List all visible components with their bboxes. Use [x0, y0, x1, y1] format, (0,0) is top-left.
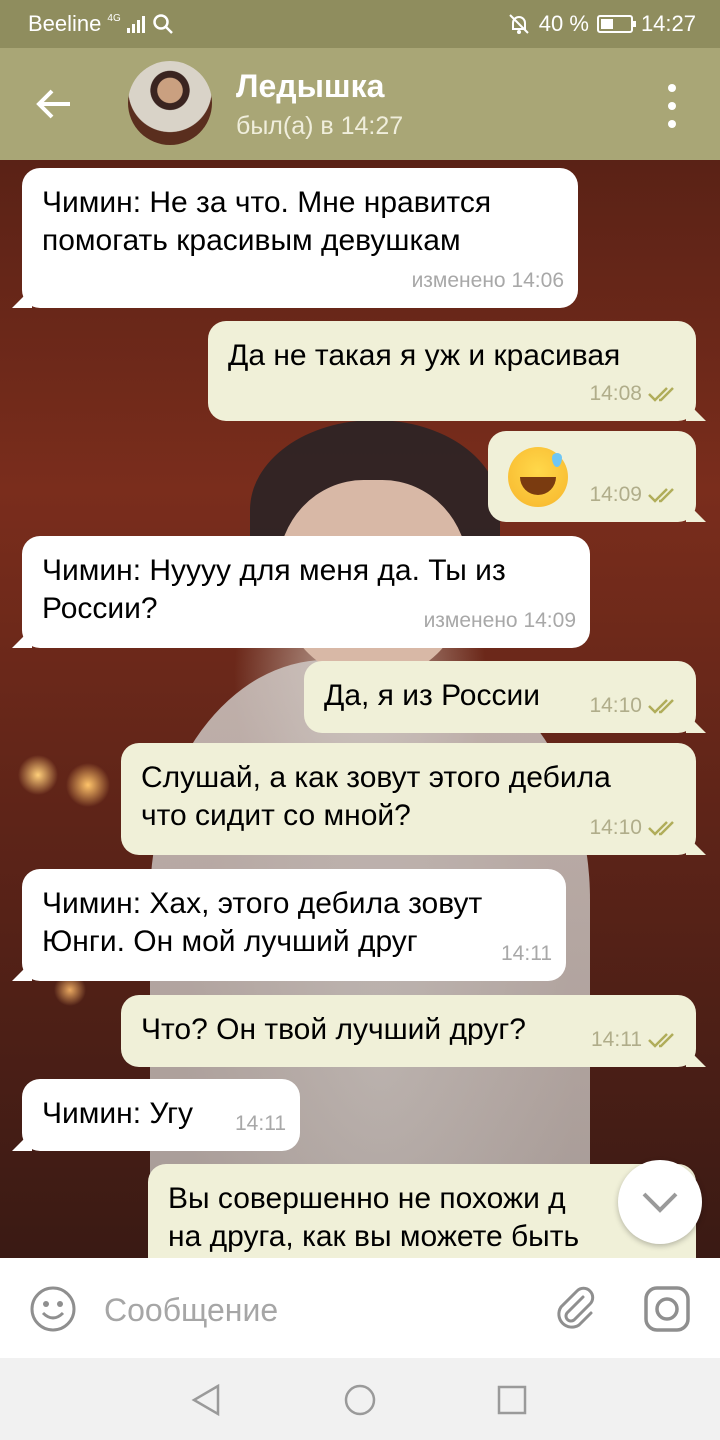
message-meta: 14:09	[589, 476, 682, 514]
carrier-label: Beeline	[28, 11, 102, 36]
message-meta: 14:11	[235, 1112, 286, 1135]
double-check-icon	[648, 699, 674, 714]
search-icon	[152, 14, 173, 34]
nav-home-icon[interactable]	[340, 1380, 380, 1420]
message-bubble[interactable]: Чимин: Нуууу для меня да. Ты из России? …	[22, 536, 590, 648]
message-bubble[interactable]: Да не такая я уж и красивая 14:08	[208, 321, 696, 421]
chevron-down-icon	[642, 1192, 678, 1213]
contact-last-seen: был(а) в 14:27	[236, 112, 404, 140]
message-bubble[interactable]: Что? Он твой лучший друг? 14:11	[121, 995, 696, 1067]
message-text: Чимин: Не за что. Мне нравится помогать …	[42, 186, 492, 257]
message-meta: изменено 14:06	[411, 269, 564, 292]
message-meta: 14:10	[589, 809, 682, 847]
message-meta: 14:10	[589, 687, 682, 725]
message-input[interactable]	[104, 1288, 524, 1332]
emoji-icon[interactable]	[28, 1284, 78, 1334]
signal-icon	[126, 15, 145, 33]
battery-percent: 40 %	[538, 11, 589, 36]
double-check-icon	[648, 387, 674, 402]
message-bubble[interactable]: Слушай, а как зовут этого дебила что сид…	[121, 743, 696, 855]
paperclip-icon[interactable]	[550, 1284, 600, 1334]
message-text: Слушай, а как зовут этого дебила что сид…	[141, 761, 611, 832]
message-text: Что? Он твой лучший друг?	[141, 1013, 526, 1046]
scroll-to-bottom-button[interactable]	[618, 1160, 702, 1244]
message-bubble[interactable]: 14:09	[488, 431, 696, 522]
double-check-icon	[648, 1033, 674, 1048]
network-type: 4G	[107, 12, 121, 24]
message-composer	[0, 1258, 720, 1358]
instagram-camera-icon[interactable]	[642, 1284, 692, 1334]
double-check-icon	[648, 821, 674, 836]
system-nav-bar	[0, 1358, 720, 1440]
message-text: Да, я из России	[324, 679, 540, 712]
message-meta: 14:11	[591, 1021, 682, 1059]
chat-header: Ледышка был(а) в 14:27	[0, 48, 720, 160]
message-bubble[interactable]: Да, я из России 14:10	[304, 661, 696, 733]
back-arrow-icon[interactable]	[30, 80, 78, 128]
status-bar: Beeline 4G 40 % 14:27	[0, 0, 720, 48]
nav-back-icon[interactable]	[186, 1380, 226, 1420]
contact-avatar[interactable]	[128, 61, 212, 145]
message-meta: 14:11	[501, 942, 552, 965]
contact-name[interactable]: Ледышка	[236, 68, 384, 105]
message-bubble[interactable]: Чимин: Хах, этого дебила зовут Юнги. Он …	[22, 869, 566, 981]
message-text: Чимин: Угу	[42, 1097, 194, 1130]
message-meta: изменено 14:09	[423, 609, 576, 632]
message-meta: 14:08	[589, 375, 682, 413]
message-text: Да не такая я уж и красивая	[228, 339, 621, 372]
message-text: Вы совершенно не похожи д на друга, как …	[168, 1182, 580, 1253]
clock: 14:27	[640, 11, 696, 36]
battery-icon	[596, 15, 636, 33]
chat-area[interactable]: Чимин: Не за что. Мне нравится помогать …	[0, 160, 720, 1258]
message-bubble[interactable]: Чимин: Угу 14:11	[22, 1079, 300, 1151]
nav-recents-icon[interactable]	[492, 1380, 532, 1420]
mute-bell-icon	[509, 14, 529, 34]
message-bubble[interactable]: Чимин: Не за что. Мне нравится помогать …	[22, 168, 578, 308]
double-check-icon	[648, 488, 674, 503]
more-menu-icon[interactable]	[660, 84, 684, 128]
message-text: Чимин: Хах, этого дебила зовут Юнги. Он …	[42, 887, 483, 958]
message-bubble[interactable]: Вы совершенно не похожи д на друга, как …	[148, 1164, 696, 1258]
grinning-face-with-sweat-icon	[508, 447, 568, 507]
